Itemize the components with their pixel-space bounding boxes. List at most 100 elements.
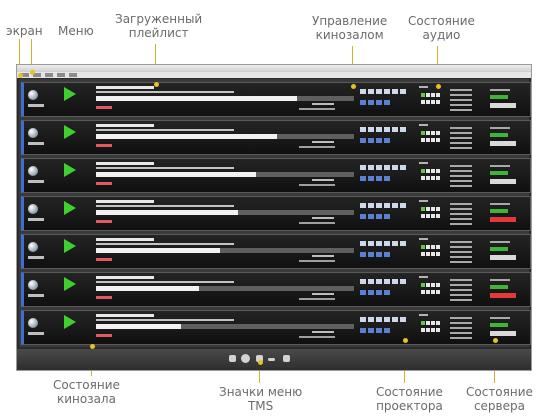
menu-item-5[interactable] bbox=[69, 73, 77, 77]
hall-control-button[interactable] bbox=[360, 138, 366, 143]
hall-control-button[interactable] bbox=[400, 317, 406, 322]
audio-channel-icon bbox=[436, 138, 440, 142]
callout-hall-control: Управление кинозалом bbox=[312, 14, 387, 42]
hall-control-button[interactable] bbox=[384, 279, 390, 284]
hall-control-button[interactable] bbox=[376, 252, 382, 257]
hall-control-button[interactable] bbox=[360, 165, 366, 170]
hall-control-button[interactable] bbox=[368, 176, 374, 181]
hall-control-button[interactable] bbox=[384, 100, 390, 105]
hall-control-button[interactable] bbox=[400, 241, 406, 246]
hall-control-button[interactable] bbox=[360, 328, 366, 333]
hall-control-button[interactable] bbox=[392, 165, 398, 170]
hall-control-button[interactable] bbox=[376, 241, 382, 246]
hall-control-button[interactable] bbox=[368, 252, 374, 257]
playlist-schedule bbox=[299, 184, 335, 186]
hall-control-button[interactable] bbox=[392, 241, 398, 246]
tms-icon-2[interactable] bbox=[241, 354, 250, 363]
hall-control-button[interactable] bbox=[392, 279, 398, 284]
hall-control-button[interactable] bbox=[360, 89, 366, 94]
hall-control-button[interactable] bbox=[376, 165, 382, 170]
globe-icon bbox=[28, 128, 38, 138]
hall-control-button[interactable] bbox=[384, 328, 390, 333]
hall-control-button[interactable] bbox=[360, 203, 366, 208]
hall-control-button[interactable] bbox=[400, 127, 406, 132]
hall-control-button[interactable] bbox=[384, 138, 390, 143]
hall-control-button[interactable] bbox=[376, 328, 382, 333]
hall-control-button[interactable] bbox=[360, 176, 366, 181]
menu-item-4[interactable] bbox=[57, 73, 65, 77]
hall-control-button[interactable] bbox=[384, 317, 390, 322]
hall-control-button[interactable] bbox=[384, 89, 390, 94]
hall-control-button[interactable] bbox=[376, 89, 382, 94]
hall-control-button[interactable] bbox=[368, 100, 374, 105]
hall-control-button[interactable] bbox=[376, 127, 382, 132]
hall-control-button[interactable] bbox=[368, 89, 374, 94]
hall-control-button[interactable] bbox=[360, 127, 366, 132]
hall-control-button[interactable] bbox=[376, 317, 382, 322]
audio-channel-icon bbox=[426, 169, 430, 173]
hall-control-button[interactable] bbox=[400, 203, 406, 208]
play-icon[interactable] bbox=[64, 315, 76, 329]
hall-control-button[interactable] bbox=[360, 317, 366, 322]
hall-control-button[interactable] bbox=[376, 100, 382, 105]
hall-control-button[interactable] bbox=[376, 203, 382, 208]
hall-control-button[interactable] bbox=[368, 127, 374, 132]
audio-channel-icon bbox=[431, 321, 435, 325]
hall-control-button[interactable] bbox=[368, 290, 374, 295]
hall-control-button[interactable] bbox=[384, 214, 390, 219]
screen-row[interactable] bbox=[21, 234, 531, 269]
hall-control-button[interactable] bbox=[360, 252, 366, 257]
hall-control-button[interactable] bbox=[400, 165, 406, 170]
hall-control-button[interactable] bbox=[360, 290, 366, 295]
play-icon[interactable] bbox=[64, 125, 76, 139]
screen-row[interactable] bbox=[21, 120, 531, 155]
hall-control-button[interactable] bbox=[368, 328, 374, 333]
hall-control-button[interactable] bbox=[368, 138, 374, 143]
playlist-items bbox=[96, 205, 234, 207]
hall-control-button[interactable] bbox=[376, 176, 382, 181]
tms-icon-4[interactable] bbox=[268, 358, 275, 361]
menu-item-3[interactable] bbox=[45, 73, 53, 77]
hall-control-button[interactable] bbox=[368, 214, 374, 219]
hall-control-button[interactable] bbox=[368, 279, 374, 284]
play-icon[interactable] bbox=[64, 163, 76, 177]
play-icon[interactable] bbox=[64, 87, 76, 101]
hall-control-button[interactable] bbox=[392, 317, 398, 322]
hall-control-button[interactable] bbox=[384, 176, 390, 181]
hall-control-button[interactable] bbox=[384, 127, 390, 132]
hall-control-button[interactable] bbox=[384, 290, 390, 295]
hall-control-button[interactable] bbox=[392, 203, 398, 208]
screen-row[interactable] bbox=[21, 310, 531, 345]
hall-control-button[interactable] bbox=[376, 214, 382, 219]
hall-control-button[interactable] bbox=[376, 138, 382, 143]
hall-control-button[interactable] bbox=[376, 279, 382, 284]
hall-control-button[interactable] bbox=[384, 252, 390, 257]
play-icon[interactable] bbox=[64, 201, 76, 215]
hall-control-button[interactable] bbox=[360, 214, 366, 219]
tms-icon-5[interactable] bbox=[283, 355, 290, 362]
hall-control-button[interactable] bbox=[384, 241, 390, 246]
hall-control-button[interactable] bbox=[368, 203, 374, 208]
play-icon[interactable] bbox=[64, 277, 76, 291]
hall-control-button[interactable] bbox=[384, 203, 390, 208]
hall-control-button[interactable] bbox=[376, 290, 382, 295]
play-icon[interactable] bbox=[64, 239, 76, 253]
hall-control-button[interactable] bbox=[368, 165, 374, 170]
screen-row[interactable] bbox=[21, 82, 531, 117]
screen-row[interactable] bbox=[21, 196, 531, 231]
playlist-items bbox=[96, 91, 234, 93]
hall-control-button[interactable] bbox=[360, 100, 366, 105]
audio-channel-icon bbox=[421, 169, 425, 173]
screen-row[interactable] bbox=[21, 158, 531, 193]
screen-row[interactable] bbox=[21, 272, 531, 307]
hall-control-button[interactable] bbox=[400, 279, 406, 284]
hall-control-button[interactable] bbox=[384, 165, 390, 170]
hall-control-button[interactable] bbox=[360, 241, 366, 246]
hall-control-button[interactable] bbox=[360, 279, 366, 284]
hall-control-button[interactable] bbox=[368, 241, 374, 246]
tms-icon-1[interactable] bbox=[229, 355, 236, 362]
hall-control-button[interactable] bbox=[392, 89, 398, 94]
hall-control-button[interactable] bbox=[368, 317, 374, 322]
hall-control-button[interactable] bbox=[400, 89, 406, 94]
hall-control-button[interactable] bbox=[392, 127, 398, 132]
